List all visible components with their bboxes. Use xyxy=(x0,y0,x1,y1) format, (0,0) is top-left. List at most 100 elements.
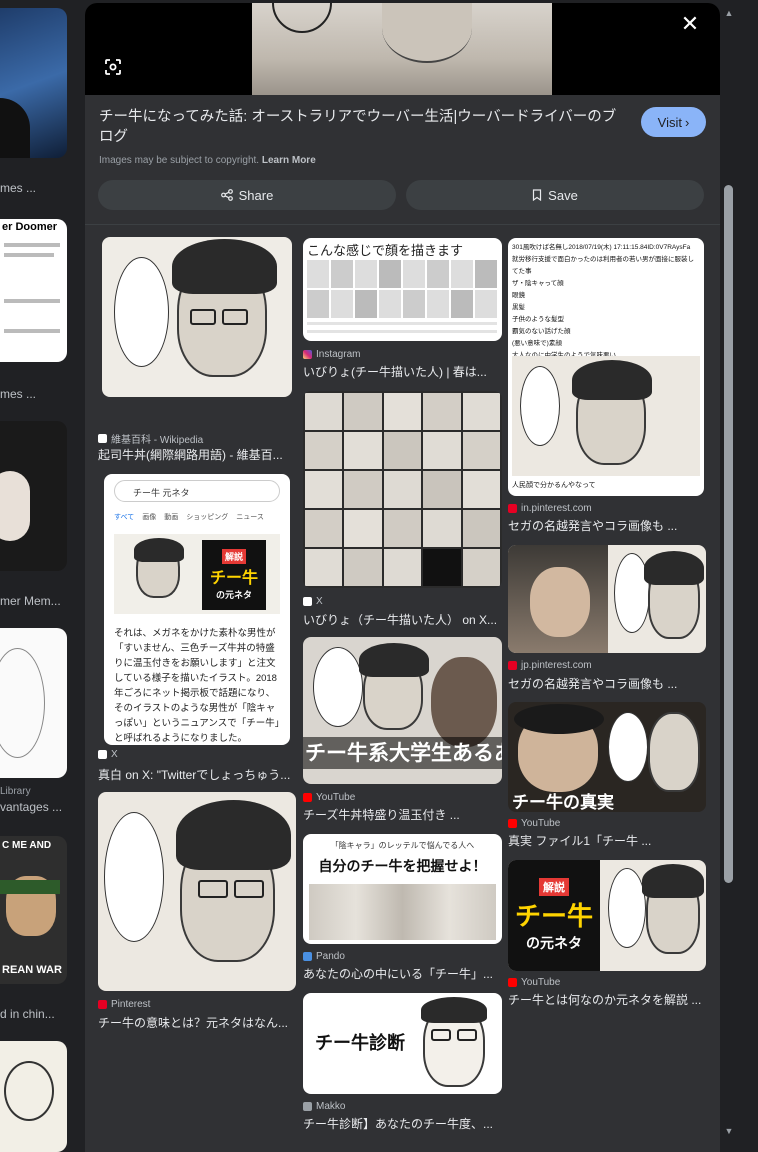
result-image-9[interactable]: 301風吹けば名無し2018/07/19(木) 17:11:15.84ID:0V… xyxy=(508,238,704,496)
result-source-12[interactable]: YouTube xyxy=(508,977,560,988)
left-thumb-5[interactable]: C ME AND REAN WAR xyxy=(0,836,67,984)
result-source-5[interactable]: X xyxy=(303,596,323,607)
result-caption-3[interactable]: チー牛の意味とは？元ネタはなん... xyxy=(98,1014,294,1031)
search-tabs: すべて 画像 動画 ショッピング ニュース xyxy=(114,514,264,521)
copyright-text: Images may be subject to copyright. xyxy=(99,155,260,166)
result-caption-1[interactable]: 起司牛丼(網際網路用語) - 維基百... xyxy=(98,446,294,463)
pinterest-icon xyxy=(508,661,517,670)
youtube-icon xyxy=(508,819,517,828)
x-icon xyxy=(98,750,107,759)
result-image-11[interactable]: チー牛の真実 xyxy=(508,702,706,812)
left-thumb-2[interactable]: er Doomer xyxy=(0,219,67,362)
glasses xyxy=(190,309,216,325)
result-image-4[interactable]: こんな感じで顔を描きます xyxy=(303,238,502,341)
pando-top-text: 「陰キャラ」のレッテルで悩んでる人へ xyxy=(330,841,475,850)
share-icon xyxy=(220,189,233,201)
pinterest-icon xyxy=(508,504,517,513)
result-source-1[interactable]: 維基百科 - Wikipedia xyxy=(98,431,203,446)
result-source-2[interactable]: X xyxy=(98,749,118,760)
youtube-icon xyxy=(508,978,517,987)
learn-more-link[interactable]: Learn More xyxy=(262,155,316,166)
left-thumb-4[interactable] xyxy=(0,628,67,778)
search-box: チー牛 元ネタ xyxy=(114,480,280,502)
left-caption-5: vantages ... xyxy=(0,800,63,814)
result-caption-5[interactable]: いびりょ（チー牛描いた人） on X... xyxy=(303,611,500,628)
x-icon xyxy=(303,597,312,606)
article-text: それは、メガネをかけた素朴な男性が「すいません、三色チーズ牛丼の特盛りに温玉付き… xyxy=(114,628,280,744)
result-caption-4[interactable]: いびりょ(チー牛描いた人) | 春は... xyxy=(303,363,500,380)
save-label: Save xyxy=(548,187,578,203)
result-image-1[interactable] xyxy=(102,237,292,397)
wikipedia-icon xyxy=(98,434,107,443)
result-caption-8[interactable]: チー牛診断】あなたのチー牛度、... xyxy=(303,1115,500,1132)
result-image-8[interactable]: チー牛診断 xyxy=(303,993,502,1094)
scroll-down-arrow-icon[interactable]: ▼ xyxy=(723,1126,735,1136)
scrollbar-thumb[interactable] xyxy=(724,185,733,883)
youtube-icon xyxy=(303,793,312,802)
left-thumb-6[interactable] xyxy=(0,1041,67,1152)
scroll-up-arrow-icon[interactable]: ▲ xyxy=(723,8,735,18)
list-text: 301風吹けば名無し2018/07/19(木) 17:11:15.84ID:0V… xyxy=(512,244,694,357)
visit-label: Visit xyxy=(657,114,682,130)
result-image-6[interactable]: チー牛系大学生あるある xyxy=(303,637,502,784)
chevron-right-icon: › xyxy=(684,114,690,130)
bookmark-icon xyxy=(533,189,542,201)
result-caption-2[interactable]: 真白 on X: "Twitterでしょっちゅう... xyxy=(98,766,294,783)
war-label: REAN WAR xyxy=(2,964,62,976)
pando-main-text: 自分のチー牛を把握せよ！ xyxy=(318,858,487,874)
result-image-2[interactable]: チー牛 元ネタ すべて 画像 動画 ショッピング ニュース 解説 チー牛 の元ネ… xyxy=(104,474,290,745)
war-top-label: C ME AND xyxy=(2,840,52,851)
shindan-text: チー牛診断 xyxy=(315,1033,405,1053)
left-caption-3: mer Mem... xyxy=(0,594,61,608)
result-source-10[interactable]: jp.pinterest.com xyxy=(508,660,592,671)
result-caption-10[interactable]: セガの名越発言やコラ画像も ... xyxy=(508,675,704,692)
result-caption-11[interactable]: 真実 ファイル1「チー牛 ... xyxy=(508,832,704,849)
pinterest-icon xyxy=(98,1000,107,1009)
image-detail-panel: ✕ チー牛になってみた話: オーストラリアでウーバー生活|ウーバードライバーのブ… xyxy=(85,3,720,1152)
result-source-9[interactable]: in.pinterest.com xyxy=(508,503,592,514)
result-caption-12[interactable]: チー牛とは何なのか元ネタを解説 ... xyxy=(508,991,704,1008)
divider xyxy=(85,224,720,225)
result-caption-7[interactable]: あなたの心の中にいる「チー牛」... xyxy=(303,965,500,982)
explainer-banner: 解説 チー牛 の元ネタ xyxy=(202,540,266,610)
google-lens-icon[interactable] xyxy=(101,55,125,79)
left-thumb-1[interactable] xyxy=(0,8,67,158)
background-results: mes ... er Doomer mes ... mer Mem... Lib… xyxy=(0,0,84,1152)
result-source-11[interactable]: YouTube xyxy=(508,818,560,829)
left-thumb-3[interactable] xyxy=(0,421,67,571)
speech-bubble xyxy=(114,257,169,367)
explainer-banner: 解説 チー牛 の元ネタ xyxy=(508,860,600,971)
left-caption-1: mes ... xyxy=(0,181,37,195)
visit-button[interactable]: Visit › xyxy=(641,107,706,137)
shinjitsu-text: チー牛の真実 xyxy=(512,793,614,812)
result-image-5[interactable] xyxy=(303,391,502,588)
save-button[interactable]: Save xyxy=(406,180,704,210)
result-source-6[interactable]: YouTube xyxy=(303,792,355,803)
makko-icon xyxy=(303,1102,312,1111)
left-caption-6: d in chin... xyxy=(0,1007,55,1021)
result-image-10[interactable] xyxy=(508,545,706,653)
result-image-7[interactable]: 「陰キャラ」のレッテルで悩んでる人へ 自分のチー牛を把握せよ！ xyxy=(303,834,502,944)
image-preview[interactable]: ✕ xyxy=(85,3,720,95)
list-footer: 人民顔で分かるんやなって xyxy=(512,482,596,489)
share-button[interactable]: Share xyxy=(98,180,396,210)
share-label: Share xyxy=(238,187,274,203)
pando-icon xyxy=(303,952,312,961)
preview-image xyxy=(252,3,552,95)
result-image-12[interactable]: 解説 チー牛 の元ネタ xyxy=(508,860,706,971)
daigakusei-banner: チー牛系大学生あるある xyxy=(303,737,502,769)
result-source-7[interactable]: Pando xyxy=(303,951,345,962)
close-icon[interactable]: ✕ xyxy=(678,13,702,37)
result-source-4[interactable]: Instagram xyxy=(303,349,360,360)
left-caption-4: Library xyxy=(0,786,31,797)
result-source-8[interactable]: Makko xyxy=(303,1101,345,1112)
instagram-icon xyxy=(303,350,312,359)
result-title[interactable]: チー牛になってみた話: オーストラリアでウーバー生活|ウーバードライバーのブログ xyxy=(99,107,619,147)
result-image-3[interactable] xyxy=(98,792,296,991)
left-caption-2: mes ... xyxy=(0,387,37,401)
doomer-label: er Doomer xyxy=(2,221,58,233)
result-caption-9[interactable]: セガの名越発言やコラ画像も ... xyxy=(508,517,704,534)
result-source-3[interactable]: Pinterest xyxy=(98,999,150,1010)
result-caption-6[interactable]: チーズ牛丼特盛り温玉付き ... xyxy=(303,806,500,823)
drawing-header: こんな感じで顔を描きます xyxy=(307,243,464,258)
